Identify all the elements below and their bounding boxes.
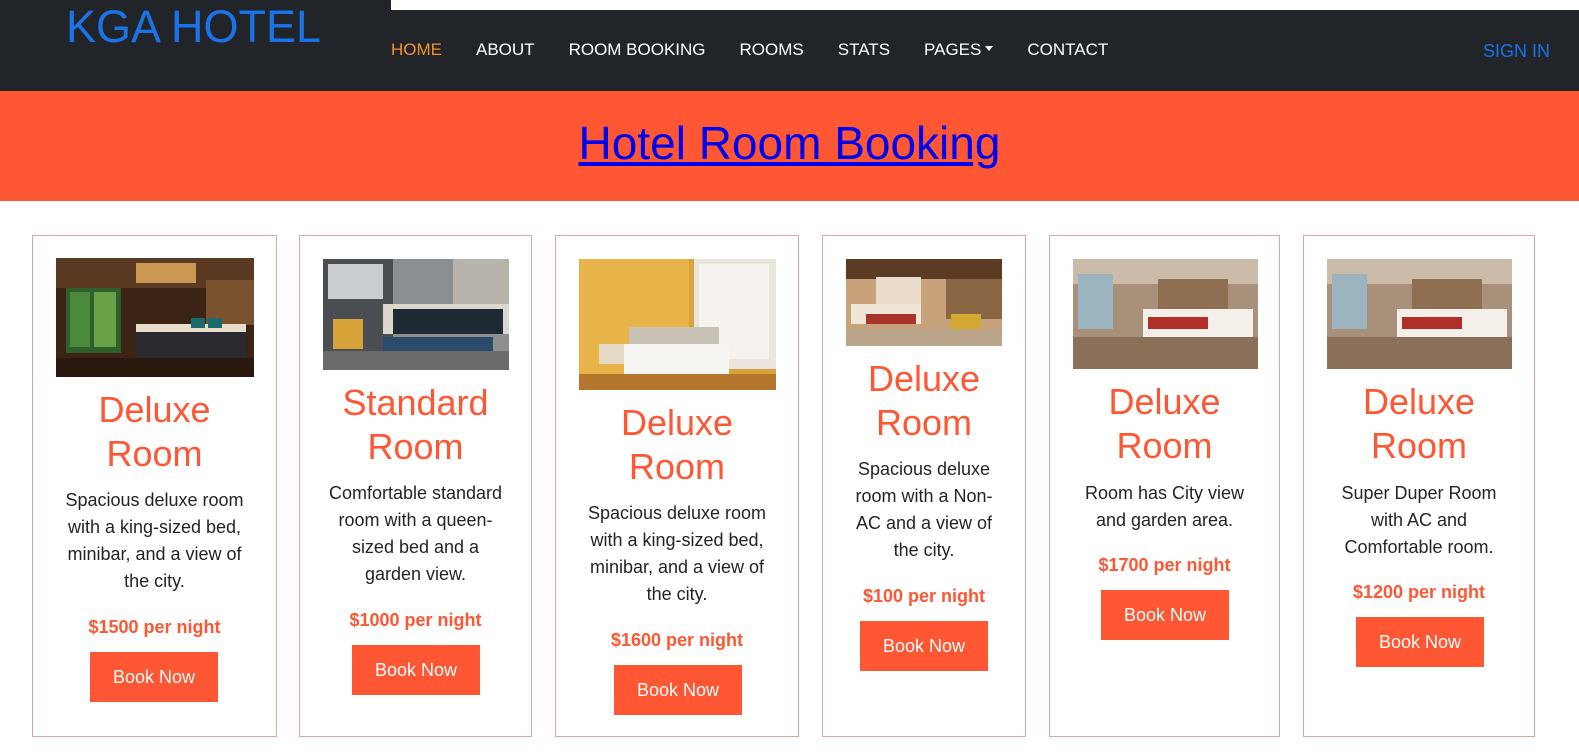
room-description: Spacious deluxe room with a king-sized b… [65, 490, 244, 591]
room-card: Deluxe Room Room has City view and garden… [1049, 235, 1280, 737]
caret-down-icon [985, 46, 994, 52]
room-title-line-1: Standard [342, 382, 489, 423]
room-title: Deluxe Room [1304, 380, 1534, 468]
room-title-line-2: Room [875, 402, 973, 443]
room-title-line-2: Room [628, 446, 726, 487]
room-title: Standard Room [300, 381, 531, 469]
book-now-button[interactable]: Book Now [352, 645, 480, 695]
nav-about[interactable]: ABOUT [476, 40, 535, 60]
room-title-line-1: Deluxe [867, 358, 981, 399]
room-description: Comfortable standard room with a queen-s… [328, 483, 503, 584]
nav-stats[interactable]: STATS [838, 40, 890, 60]
room-description: Super Duper Room with AC and Comfortable… [1341, 483, 1497, 557]
room-image-dark-wood-bedroom [56, 258, 254, 377]
nav-pages-label: PAGES [924, 40, 982, 59]
room-title: Deluxe Room [1050, 380, 1279, 468]
room-title: Deluxe Room [823, 357, 1025, 445]
book-now-button[interactable]: Book Now [1101, 590, 1229, 640]
room-description: Spacious deluxe room with a king-sized b… [587, 503, 767, 604]
room-image-modern-grey-bedroom [323, 259, 509, 370]
room-price: $1500 per night [88, 617, 221, 637]
room-title-line-2: Room [106, 433, 203, 474]
page-title-link[interactable]: Hotel Room Booking [0, 115, 1579, 171]
room-image-hotel-bedroom-red-runner [1327, 259, 1512, 369]
room-title-line-2: Room [1370, 425, 1468, 466]
top-strip [391, 0, 1579, 10]
room-card: Deluxe Room Spacious deluxe room with a k… [32, 235, 277, 737]
room-card: Deluxe Room Spacious deluxe room with a N… [822, 235, 1026, 737]
sign-in-link[interactable]: SIGN IN [1483, 40, 1550, 62]
room-title-line-2: Room [367, 426, 464, 467]
brand-logo[interactable]: KGA HOTEL [66, 0, 321, 54]
page-banner: Hotel Room Booking [0, 91, 1579, 201]
room-card: Deluxe Room Spacious deluxe room with a k… [555, 235, 799, 737]
room-price: $1600 per night [610, 630, 744, 650]
nav-rooms[interactable]: ROOMS [740, 40, 804, 60]
room-price: $1200 per night [1352, 582, 1486, 602]
room-card: Standard Room Comfortable standard room w… [299, 235, 532, 737]
room-title-line-2: Room [1116, 425, 1213, 466]
room-title-line-1: Deluxe [620, 402, 734, 443]
main-nav: HOME ABOUT ROOM BOOKING ROOMS STATS PAGE… [391, 40, 1142, 60]
book-now-button[interactable]: Book Now [614, 665, 742, 715]
book-now-button[interactable]: Book Now [860, 621, 988, 671]
nav-pages-dropdown[interactable]: PAGES [924, 40, 994, 60]
room-image-bright-yellow-bedroom [579, 259, 776, 390]
nav-room-booking[interactable]: ROOM BOOKING [569, 40, 706, 60]
room-image-hotel-bedroom-red-runner [1073, 259, 1258, 369]
room-price: $100 per night [862, 586, 986, 606]
room-title-line-1: Deluxe [98, 389, 211, 430]
room-image-suite-bedroom [846, 259, 1002, 346]
room-title-line-1: Deluxe [1362, 381, 1476, 422]
room-description: Spacious deluxe room with a Non-AC and a… [855, 459, 993, 560]
room-card: Deluxe Room Super Duper Room with AC and … [1303, 235, 1535, 737]
nav-contact[interactable]: CONTACT [1027, 40, 1108, 60]
room-title-line-1: Deluxe [1108, 381, 1221, 422]
navbar: KGA HOTEL HOME ABOUT ROOM BOOKING ROOMS … [0, 0, 1579, 91]
room-title: Deluxe Room [33, 388, 276, 476]
room-title: Deluxe Room [556, 401, 798, 489]
nav-home[interactable]: HOME [391, 40, 442, 60]
room-description: Room has City view and garden area. [1084, 483, 1245, 530]
book-now-button[interactable]: Book Now [1356, 617, 1484, 667]
room-price: $1000 per night [349, 610, 482, 630]
book-now-button[interactable]: Book Now [90, 652, 218, 702]
room-price: $1700 per night [1098, 555, 1231, 575]
